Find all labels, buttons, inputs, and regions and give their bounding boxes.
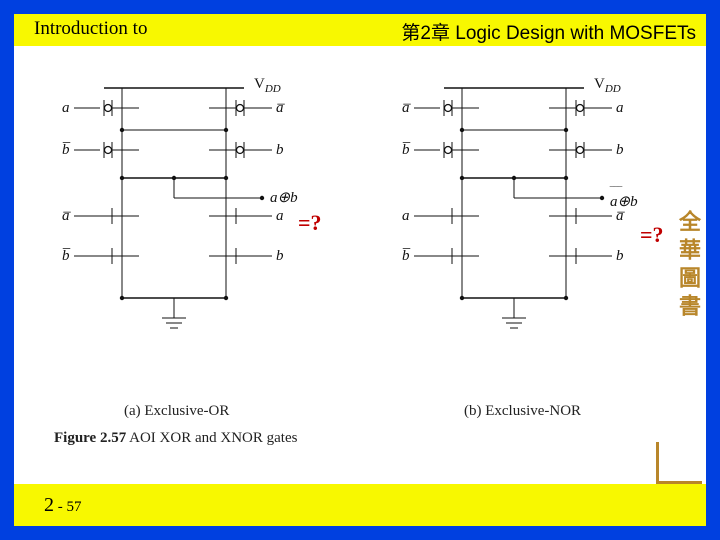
- svg-text:b̅: b̅: [62, 248, 71, 264]
- svg-text:a: a: [276, 208, 284, 224]
- svg-text:VDD: VDD: [594, 76, 621, 95]
- svg-text:a⊕b: a⊕b: [270, 190, 298, 206]
- equals-question-b: =?: [640, 222, 664, 248]
- svg-text:a: a: [402, 208, 410, 224]
- title-right: 第2章 Logic Design with MOSFETs: [401, 18, 696, 45]
- svg-text:b: b: [616, 248, 624, 264]
- svg-text:a⊕b: a⊕b: [610, 194, 638, 210]
- circuits: VDD a b̅: [24, 58, 684, 438]
- circuit-xnor: VDD a̅ b̅: [384, 58, 684, 378]
- title-left: Introduction to: [34, 18, 147, 40]
- caption-b: (b) Exclusive-NOR: [464, 403, 581, 420]
- svg-text:VDD: VDD: [254, 76, 281, 95]
- svg-text:b̅: b̅: [402, 248, 411, 264]
- svg-text:b̅: b̅: [402, 142, 411, 158]
- footer-bar: 2 - 57: [14, 484, 706, 526]
- svg-text:a̅: a̅: [616, 208, 625, 224]
- svg-text:a: a: [62, 100, 70, 116]
- title-bar: Introduction to 第2章 Logic Design with MO…: [14, 14, 706, 46]
- svg-text:b: b: [276, 248, 284, 264]
- svg-text:b: b: [616, 142, 624, 158]
- equals-question-a: =?: [298, 210, 322, 236]
- figure-caption: Figure 2.57 AOI XOR and XNOR gates: [54, 430, 297, 447]
- svg-text:a̅: a̅: [402, 100, 411, 116]
- page-number: 2 - 57: [44, 494, 82, 517]
- caption-a: (a) Exclusive-OR: [124, 403, 229, 420]
- svg-text:a̅: a̅: [276, 100, 285, 116]
- svg-text:b: b: [276, 142, 284, 158]
- svg-text:b̅: b̅: [62, 142, 71, 158]
- content-area: VDD a b̅: [14, 48, 706, 484]
- svg-text:a: a: [616, 100, 624, 116]
- publisher-text: 全華圖書: [672, 210, 704, 322]
- svg-text:a̅: a̅: [62, 208, 71, 224]
- publisher-logo-icon: [656, 442, 702, 484]
